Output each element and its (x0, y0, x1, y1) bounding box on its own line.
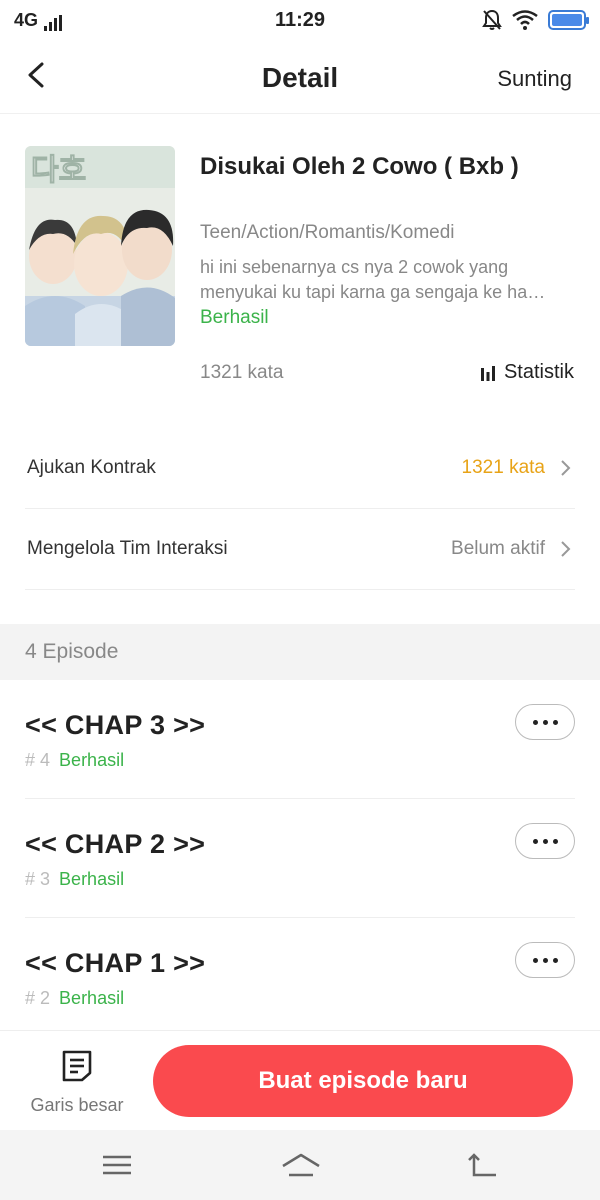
cover-illustration: 다호 (25, 146, 175, 346)
book-title: Disukai Oleh 2 Cowo ( Bxb ) (200, 153, 519, 180)
bottom-action-bar: Garis besar Buat episode baru (0, 1030, 600, 1130)
episodes-header: 4 Episode (0, 624, 600, 680)
episode-title: << CHAP 1 >> (25, 948, 206, 978)
episode-meta: # 4 Berhasil (25, 750, 124, 771)
book-status: Berhasil (200, 307, 269, 328)
episode-count: 4 Episode (25, 640, 119, 663)
menu-icon[interactable] (100, 1150, 134, 1180)
book-genre: Teen/Action/Romantis/Komedi (200, 222, 455, 243)
outline-icon (62, 1050, 92, 1082)
interaction-team-row[interactable]: Mengelola Tim Interaksi Belum aktif (25, 510, 575, 590)
book-description: hi ini sebenarnya cs nya 2 cowok yang me… (200, 257, 546, 302)
wifi-icon (512, 10, 538, 30)
interaction-team-value: Belum aktif (451, 538, 545, 559)
episode-status: Berhasil (59, 988, 125, 1008)
mute-icon (482, 9, 502, 30)
episode-status: Berhasil (59, 869, 125, 889)
episode-item[interactable]: << CHAP 2 >> # 3 Berhasil (25, 799, 575, 918)
chevron-right-icon (561, 460, 571, 476)
word-count: 1321 kata (200, 362, 284, 383)
episode-title: << CHAP 2 >> (25, 829, 206, 859)
stats-icon (480, 365, 495, 381)
status-icons (482, 9, 589, 31)
episode-item[interactable]: << CHAP 3 >> # 4 Berhasil (25, 680, 575, 799)
cover-title-text: 다호 (31, 153, 86, 188)
chevron-right-icon (561, 541, 571, 557)
outline-label: Garis besar (30, 1095, 124, 1115)
episode-meta: # 2 Berhasil (25, 988, 124, 1009)
new-episode-button[interactable]: Buat episode baru (153, 1045, 573, 1117)
more-icon[interactable] (515, 704, 575, 740)
status-bar: 4G 11:29 (0, 0, 600, 40)
book-cover[interactable]: 다호 (25, 146, 175, 346)
episode-number: # 2 (25, 988, 51, 1008)
outline-button[interactable]: Garis besar (20, 1047, 134, 1121)
more-icon[interactable] (515, 942, 575, 978)
stats-button[interactable]: Statistik (480, 361, 574, 384)
system-nav-bar (0, 1130, 600, 1200)
episode-title: << CHAP 3 >> (25, 710, 206, 740)
stats-label: Statistik (503, 361, 574, 383)
battery-icon (548, 10, 589, 30)
app-header: Detail Sunting (0, 40, 600, 114)
episode-meta: # 3 Berhasil (25, 869, 124, 890)
home-icon[interactable] (280, 1150, 322, 1180)
edit-button[interactable]: Sunting (497, 66, 572, 92)
episode-status: Berhasil (59, 750, 125, 770)
contract-row[interactable]: Ajukan Kontrak 1321 kata (25, 429, 575, 509)
episode-number: # 4 (25, 750, 51, 770)
contract-value: 1321 kata (461, 457, 545, 478)
more-icon[interactable] (515, 823, 575, 859)
interaction-team-label: Mengelola Tim Interaksi (27, 538, 228, 559)
episode-number: # 3 (25, 869, 51, 889)
episode-item[interactable]: << CHAP 1 >> # 2 Berhasil (25, 918, 575, 1037)
back-nav-icon[interactable] (466, 1150, 500, 1180)
contract-label: Ajukan Kontrak (27, 457, 156, 478)
